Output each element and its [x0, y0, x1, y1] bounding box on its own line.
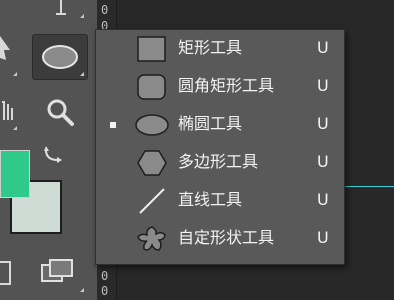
- hand-tool-button[interactable]: [0, 92, 24, 132]
- hand-icon: [2, 101, 13, 120]
- ruler-digit: 0: [101, 284, 109, 298]
- foreground-color-swatch[interactable]: [0, 150, 30, 198]
- custom-shape-icon: [137, 226, 166, 251]
- menu-item-line-tool[interactable]: 直线工具 U: [96, 182, 344, 220]
- menu-item-label: 矩形工具: [178, 38, 243, 57]
- menu-item-shortcut: U: [317, 152, 329, 171]
- quick-mask-button[interactable]: [0, 258, 14, 288]
- menu-item-label: 多边形工具: [178, 152, 259, 171]
- ruler-digit: 0: [101, 269, 109, 283]
- menu-item-shortcut: U: [317, 76, 329, 95]
- tools-panel: [0, 0, 97, 300]
- rounded-rectangle-icon: [137, 74, 166, 100]
- shape-tools-flyout-menu: 矩形工具 U 圆角矩形工具 U 椭圆工具 U 多边形工具 U 直线工具 U 自定…: [95, 29, 345, 265]
- menu-item-label: 直线工具: [178, 190, 243, 209]
- menu-item-custom-shape-tool[interactable]: 自定形状工具 U: [96, 220, 344, 258]
- menu-item-shortcut: U: [317, 228, 329, 247]
- polygon-icon: [137, 150, 167, 176]
- selected-bullet-icon: [110, 122, 116, 128]
- menu-item-ellipse-tool[interactable]: 椭圆工具 U: [96, 106, 344, 144]
- path-selection-tool-button[interactable]: [0, 30, 24, 78]
- zoom-tool-button[interactable]: [40, 94, 80, 132]
- menu-item-polygon-tool[interactable]: 多边形工具 U: [96, 144, 344, 182]
- screen-mode-button[interactable]: [38, 256, 78, 290]
- menu-item-rounded-rectangle-tool[interactable]: 圆角矩形工具 U: [96, 68, 344, 106]
- type-tool-flyout-indicator: [80, 14, 84, 18]
- menu-item-label: 圆角矩形工具: [178, 76, 275, 95]
- screen-mode-icon: [41, 259, 73, 282]
- line-icon: [139, 188, 165, 214]
- rectangle-icon: [137, 36, 166, 62]
- ellipse-icon: [42, 45, 78, 69]
- arrow-icon: [0, 36, 10, 60]
- hand-tool-flyout-indicator: [13, 126, 17, 130]
- menu-item-label: 自定形状工具: [178, 228, 275, 247]
- path-tool-flyout-indicator: [13, 72, 17, 76]
- menu-item-label: 椭圆工具: [178, 114, 243, 133]
- type-cursor-icon: [56, 0, 66, 15]
- ellipse-tool-flyout-indicator: [80, 72, 84, 76]
- ellipse-icon: [135, 114, 169, 136]
- magnifier-icon: [47, 99, 74, 126]
- type-tool-button[interactable]: [44, 0, 78, 20]
- menu-item-shortcut: U: [317, 114, 329, 133]
- quick-mask-icon: [0, 261, 11, 285]
- menu-item-shortcut: U: [317, 38, 329, 57]
- swap-colors-button[interactable]: [40, 140, 68, 168]
- menu-item-rectangle-tool[interactable]: 矩形工具 U: [96, 30, 344, 68]
- swap-arrows-icon: [44, 146, 62, 163]
- ruler-digit: 0: [101, 3, 109, 17]
- menu-item-shortcut: U: [317, 190, 329, 209]
- screen-mode-flyout-indicator: [80, 288, 84, 292]
